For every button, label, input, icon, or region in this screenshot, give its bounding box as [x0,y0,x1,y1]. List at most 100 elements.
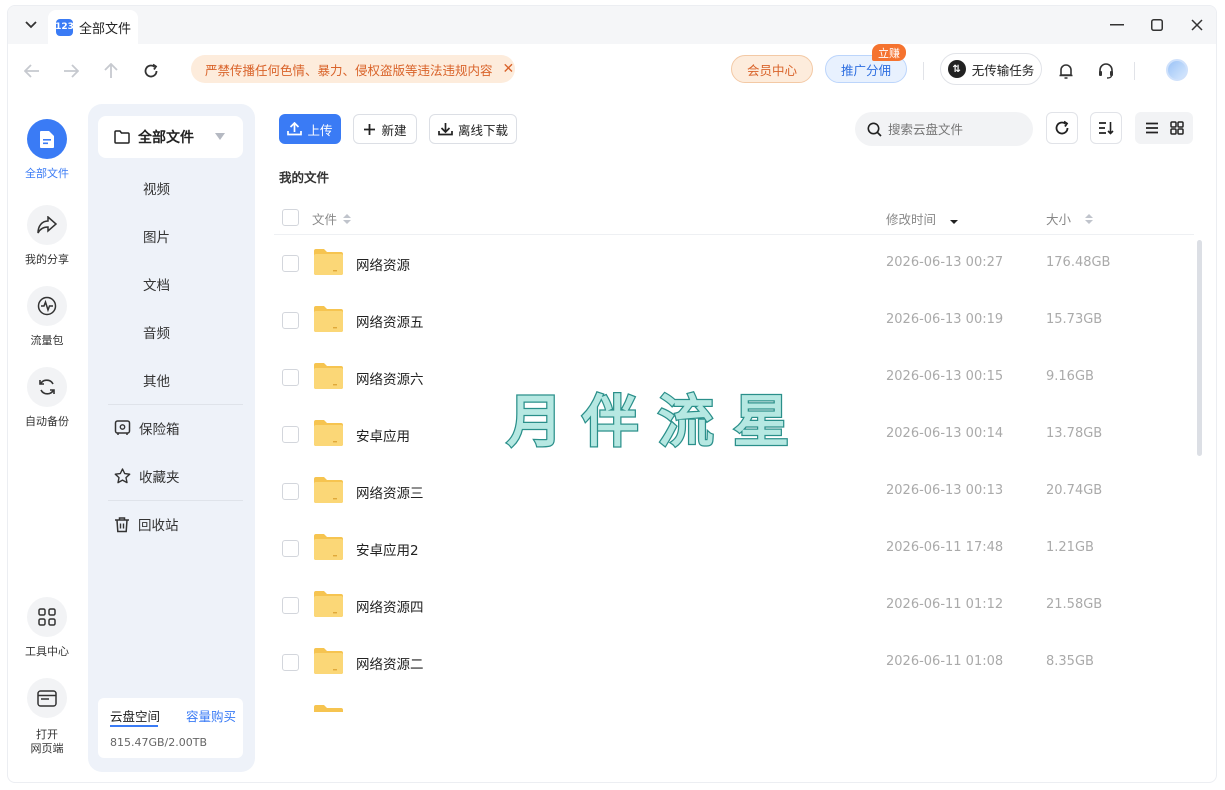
file-name[interactable]: 安卓应用 [356,425,410,445]
select-all-checkbox[interactable] [282,209,299,226]
folder-icon [314,306,343,332]
breadcrumb[interactable]: 我的文件 [279,167,329,186]
safe-icon [114,420,131,435]
file-name[interactable]: 网络资源二 [356,653,424,673]
column-header-file[interactable]: 文件 [312,209,352,228]
avatar[interactable] [1166,59,1188,81]
storage-usage: 815.47GB/2.00TB [110,736,208,749]
sidebar-item-other[interactable]: 其他 [143,370,170,390]
bell-icon[interactable] [1055,60,1077,82]
nav-bar: 严禁传播任何色情、暴力、侵权盗版等违法违规内容 ✕ 会员中心 推广分佣 立赚 ⇅… [8,44,1216,102]
view-toggle [1135,112,1193,144]
offline-download-button[interactable]: 离线下载 [429,114,517,144]
rail-label: 自动备份 [25,415,69,428]
table-row[interactable]: 安卓应用2 2026-06-11 17:48 1.21GB [274,520,1194,577]
folder-icon [314,705,343,712]
file-size: 176.48GB [1046,255,1111,270]
sidebar-item-image[interactable]: 图片 [143,226,170,246]
star-icon [114,468,131,484]
table-row[interactable]: 网络资源三 2026-06-13 00:13 20.74GB [274,463,1194,520]
refresh-button[interactable] [1046,112,1078,144]
file-name[interactable]: 网络资源五 [356,311,424,331]
folder-icon [314,591,343,617]
table-row[interactable]: 网络资源四 2026-06-11 01:12 21.58GB [274,577,1194,634]
forward-icon[interactable] [60,60,82,82]
rail-item-all-files[interactable]: 全部文件 [8,119,86,181]
storage-panel: 云盘空间 容量购买 815.47GB/2.00TB [98,698,243,758]
column-header-size[interactable]: 大小 [1046,209,1094,228]
row-checkbox[interactable] [282,255,299,272]
member-center-button[interactable]: 会员中心 [731,55,813,83]
buy-capacity-link[interactable]: 容量购买 [186,706,236,725]
notice-banner: 严禁传播任何色情、暴力、侵权盗版等违法违规内容 ✕ [191,55,515,83]
maximize-icon[interactable] [1146,15,1168,35]
sort-icon [343,213,352,224]
sidebar-item-favorites[interactable]: 收藏夹 [114,466,180,486]
table-row[interactable]: 网络资源二 2026-06-11 01:08 8.35GB [274,634,1194,691]
new-label: 新建 [381,122,407,138]
caret-down-icon[interactable] [215,133,225,140]
file-size: 8.35GB [1046,654,1094,669]
scrollbar[interactable] [1197,240,1202,456]
file-name[interactable]: 网络资源四 [356,596,424,616]
sidebar-item-label: 回收站 [138,518,179,534]
row-checkbox[interactable] [282,597,299,614]
rail-item-traffic[interactable]: 流量包 [8,286,86,348]
search-box[interactable] [855,112,1033,146]
minimize-icon[interactable] [1106,15,1128,35]
list-view-icon[interactable] [1145,122,1159,134]
divider [1134,62,1135,80]
sidebar-item-video[interactable]: 视频 [143,178,170,198]
file-name[interactable]: 网络资源 [356,254,410,274]
support-icon[interactable] [1095,60,1117,82]
sort-icon [1099,122,1114,135]
file-size: 21.58GB [1046,597,1103,612]
rail-item-open-web[interactable]: 打开 网页端 [8,678,86,756]
row-checkbox[interactable] [282,369,299,386]
file-name[interactable]: 网络资源六 [356,368,424,388]
upload-label: 上传 [307,122,333,138]
rail-item-tool-center[interactable]: 工具中心 [8,597,86,659]
table-row[interactable]: 网络资源五 2026-06-13 00:19 15.73GB [274,292,1194,349]
new-button[interactable]: 新建 [353,114,417,144]
file-modified-time: 2026-06-13 00:14 [886,426,1004,441]
row-checkbox[interactable] [282,312,299,329]
rail-item-my-share[interactable]: 我的分享 [8,205,86,267]
file-name[interactable]: 网络资源三 [356,482,424,502]
table-row[interactable] [274,691,1194,712]
refresh-icon [1055,120,1069,135]
refresh-icon[interactable] [140,60,162,82]
tab-all-files[interactable]: 123 全部文件 [48,10,138,44]
rail-item-auto-backup[interactable]: 自动备份 [8,367,86,429]
row-checkbox[interactable] [282,483,299,500]
divider [923,62,924,80]
sidebar-item-document[interactable]: 文档 [143,274,170,294]
sidebar-item-safe-box[interactable]: 保险箱 [114,418,180,438]
table-row[interactable]: 网络资源 2026-06-13 00:27 176.48GB [274,235,1194,292]
grid-view-icon[interactable] [1169,121,1184,135]
close-icon[interactable]: ✕ [503,61,515,77]
offline-download-label: 离线下载 [457,122,508,138]
up-icon[interactable] [100,60,122,82]
sidebar-item-label: 保险箱 [139,422,180,438]
file-name[interactable]: 安卓应用2 [356,539,419,559]
sidebar-item-audio[interactable]: 音频 [143,322,170,342]
chevron-down-icon[interactable] [22,16,40,34]
sidebar-item-recycle[interactable]: 回收站 [114,514,179,534]
table-row[interactable]: 安卓应用 2026-06-13 00:14 13.78GB [274,406,1194,463]
column-header-modified[interactable]: 修改时间 [886,209,959,228]
upload-button[interactable]: 上传 [279,114,341,144]
back-icon[interactable] [21,60,43,82]
sidebar-item-all-files[interactable]: 全部文件 [98,116,243,158]
search-input[interactable] [888,121,1028,137]
rail-label: 网页端 [30,742,64,755]
transfer-button[interactable]: ⇅ 无传输任务 [940,53,1042,85]
table-row[interactable]: 网络资源六 2026-06-13 00:15 9.16GB [274,349,1194,406]
sort-desc-icon [950,214,959,224]
close-icon[interactable] [1186,15,1208,35]
row-checkbox[interactable] [282,654,299,671]
storage-tab[interactable]: 云盘空间 [110,706,160,725]
row-checkbox[interactable] [282,426,299,443]
row-checkbox[interactable] [282,540,299,557]
sort-button[interactable] [1090,112,1122,144]
